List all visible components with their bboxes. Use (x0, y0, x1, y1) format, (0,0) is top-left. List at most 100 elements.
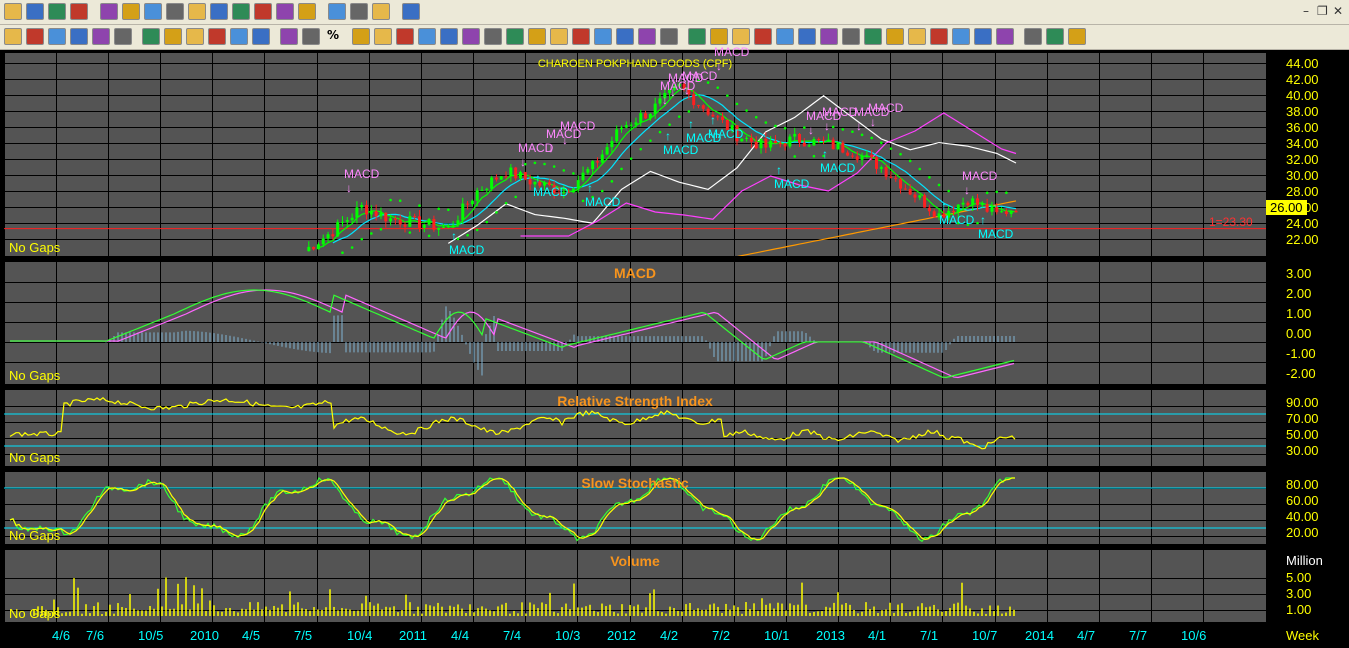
candle-body[interactable] (442, 227, 446, 229)
curve-tool-icon[interactable] (302, 28, 320, 45)
chart-icon[interactable] (100, 3, 118, 20)
indicator4-icon[interactable] (462, 28, 480, 45)
candle-body[interactable] (403, 224, 407, 227)
candle-body[interactable] (716, 116, 720, 118)
candle-body[interactable] (807, 145, 811, 147)
candle-body[interactable] (769, 140, 773, 148)
candle-body[interactable] (865, 154, 869, 156)
macd-signal-buy[interactable]: MACD (820, 161, 855, 175)
close-icon[interactable]: ✕ (1333, 4, 1343, 18)
candle-body[interactable] (605, 147, 609, 155)
macd-signal-buy[interactable]: MACD (533, 185, 568, 199)
candle-body[interactable] (446, 226, 450, 228)
export-icon[interactable] (372, 3, 390, 20)
candle-body[interactable] (826, 139, 830, 141)
candle-body[interactable] (494, 177, 498, 180)
line-icon[interactable] (710, 28, 728, 45)
table-icon[interactable] (122, 3, 140, 20)
candle-body[interactable] (369, 211, 373, 215)
candle-body[interactable] (899, 179, 903, 189)
candle-body[interactable] (985, 203, 989, 212)
candle-body[interactable] (870, 154, 874, 158)
candle-body[interactable] (331, 234, 335, 237)
candle-body[interactable] (783, 143, 787, 147)
candle-body[interactable] (822, 139, 826, 141)
candle-body[interactable] (648, 113, 652, 119)
candle-body[interactable] (889, 176, 893, 178)
chart-edit-icon[interactable] (572, 28, 590, 45)
line-tool-icon[interactable] (280, 28, 298, 45)
refresh-icon[interactable] (352, 28, 370, 45)
macd-axis[interactable]: 3.00 2.00 1.00 0.00 -1.00 -2.00 (1266, 262, 1349, 384)
candle-body[interactable] (976, 198, 980, 205)
candle-body[interactable] (778, 143, 782, 145)
candle-body[interactable] (644, 113, 648, 119)
candle-body[interactable] (523, 172, 527, 180)
candle-body[interactable] (393, 218, 397, 220)
candle-body[interactable] (422, 224, 426, 228)
macd-signal-sell[interactable]: MACD (344, 167, 379, 181)
candle-body[interactable] (841, 142, 845, 153)
print-icon[interactable] (70, 3, 88, 20)
candle-body[interactable] (692, 94, 696, 106)
candle-body[interactable] (509, 167, 513, 177)
channel-icon[interactable] (754, 28, 772, 45)
function-icon[interactable] (254, 3, 272, 20)
macd-signal-buy[interactable]: MACD (585, 195, 620, 209)
candle-body[interactable] (518, 172, 522, 179)
close-chart-icon[interactable] (506, 28, 524, 45)
rsi-axis[interactable]: 90.00 70.00 50.00 30.00 (1266, 390, 1349, 466)
candle-body[interactable] (971, 198, 975, 206)
candle-body[interactable] (918, 195, 922, 198)
candle-body[interactable] (307, 246, 311, 252)
candle-body[interactable] (340, 221, 344, 223)
macd-signal-buy[interactable]: MACD (978, 227, 1013, 241)
arrows-v2-icon[interactable] (208, 28, 226, 45)
candle-body[interactable] (595, 161, 599, 163)
candle-body[interactable] (591, 161, 595, 170)
arrow-up-icon[interactable] (230, 28, 248, 45)
candle-body[interactable] (894, 177, 898, 180)
candle-body[interactable] (1009, 210, 1013, 214)
text-a-icon[interactable] (48, 28, 66, 45)
candle-body[interactable] (321, 238, 325, 245)
candle-body[interactable] (1000, 211, 1004, 213)
candle-body[interactable] (927, 207, 931, 212)
candle-body[interactable] (437, 227, 441, 230)
new-chart-icon[interactable] (528, 28, 546, 45)
callout-icon[interactable] (864, 28, 882, 45)
arrow-down-icon[interactable] (252, 28, 270, 45)
candle-body[interactable] (417, 216, 421, 228)
macd-signal-buy[interactable]: MACD (663, 143, 698, 157)
candle-body[interactable] (586, 169, 590, 173)
arrows-h-icon[interactable] (70, 28, 88, 45)
arrow-left-icon[interactable] (114, 28, 132, 45)
rsi-panel[interactable]: Relative Strength Index No Gaps (4, 390, 1266, 466)
candle-body[interactable] (696, 105, 700, 107)
candle-body[interactable] (615, 129, 619, 142)
candle-body[interactable] (913, 194, 917, 198)
grid-icon[interactable] (402, 3, 420, 20)
macd-signal-buy[interactable]: MACD (708, 127, 743, 141)
ellipse-icon[interactable] (930, 28, 948, 45)
candle-body[interactable] (485, 188, 489, 190)
candle-body[interactable] (721, 116, 725, 120)
candle-body[interactable] (581, 172, 585, 181)
candle-body[interactable] (379, 212, 383, 217)
arrow-right-icon[interactable] (142, 28, 160, 45)
home-icon[interactable] (26, 28, 44, 45)
candle-body[interactable] (995, 206, 999, 213)
delete-icon[interactable] (638, 28, 656, 45)
stochastic-axis[interactable]: 80.00 60.00 40.00 20.00 (1266, 472, 1349, 544)
candle-body[interactable] (316, 244, 320, 250)
candle-body[interactable] (514, 167, 518, 179)
candle-body[interactable] (470, 200, 474, 205)
candle-body[interactable] (850, 155, 854, 157)
candle-body[interactable] (389, 218, 393, 222)
wa-icon[interactable] (188, 3, 206, 20)
candle-body[interactable] (812, 139, 816, 146)
delete-all-icon[interactable] (974, 28, 992, 45)
candle-body[interactable] (846, 152, 850, 156)
candle-body[interactable] (504, 176, 508, 178)
candle-body[interactable] (980, 203, 984, 205)
